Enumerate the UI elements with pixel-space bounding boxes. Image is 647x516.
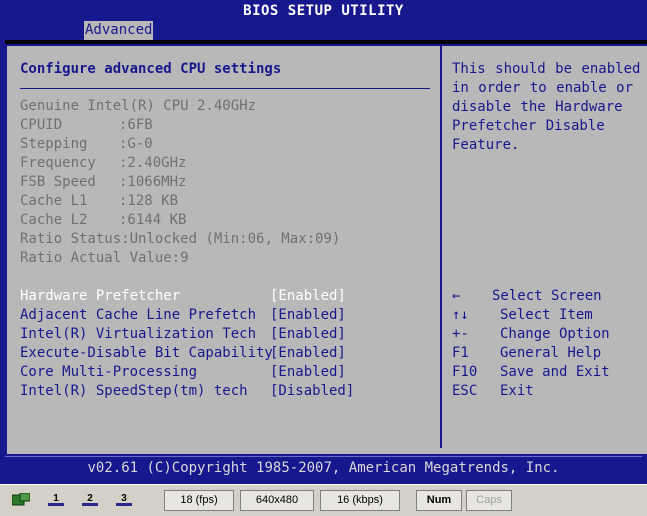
- option-value[interactable]: [Enabled]: [270, 325, 346, 344]
- cpu-info-row: FSB Speed :1066MHz: [20, 173, 186, 192]
- caps-lock-indicator: Caps: [466, 490, 512, 511]
- resolution-readout: 640x480: [240, 490, 314, 511]
- key-name: +-: [452, 326, 469, 342]
- option-label: Intel(R) SpeedStep(tm) tech: [20, 383, 248, 399]
- info-value: :2.40GHz: [119, 155, 187, 171]
- key-action: Exit: [500, 383, 534, 399]
- tab-bar: Advanced: [0, 21, 647, 40]
- info-label: Ratio Status: [20, 231, 122, 247]
- cpu-info-row: Ratio Status:Unlocked (Min:06, Max:09): [20, 230, 340, 249]
- option-value[interactable]: [Disabled]: [270, 382, 354, 401]
- info-value: :6FB: [119, 117, 153, 133]
- info-label: Ratio Actual Value: [20, 250, 172, 266]
- info-label: Genuine Intel(R) CPU 2.40GHz: [20, 98, 257, 114]
- tab-advanced[interactable]: Advanced: [84, 21, 154, 40]
- key-name: ESC: [452, 383, 478, 399]
- key-name: ↑↓: [452, 307, 469, 323]
- bios-title: BIOS SETUP UTILITY: [243, 3, 404, 19]
- cpu-info-row: Frequency :2.40GHz: [20, 154, 186, 173]
- info-value: :G-0: [119, 136, 153, 152]
- option-label: Execute-Disable Bit Capability: [20, 345, 273, 361]
- key-legend-row: +- Change Option: [452, 325, 610, 344]
- key-name: ←: [452, 288, 461, 304]
- key-legend-row: F1 General Help: [452, 344, 601, 363]
- key-action: Save and Exit: [500, 364, 610, 380]
- macro-button-1[interactable]: 1: [46, 491, 66, 507]
- option-value[interactable]: [Enabled]: [270, 344, 346, 363]
- section-heading: Configure advanced CPU settings: [20, 61, 282, 77]
- option-label: Hardware Prefetcher: [20, 288, 181, 304]
- fps-readout: 18 (fps): [164, 490, 234, 511]
- key-legend-row: ESC Exit: [452, 382, 534, 401]
- copyright-text: v02.61 (C)Copyright 1985-2007, American …: [87, 460, 560, 476]
- option-row-hardware-prefetcher[interactable]: Hardware Prefetcher [Enabled]: [20, 287, 346, 306]
- macro-button-2[interactable]: 2: [80, 491, 100, 507]
- key-action: General Help: [500, 345, 602, 361]
- info-value: :1066MHz: [119, 174, 187, 190]
- cpu-info-row: Cache L1 :128 KB: [20, 192, 178, 211]
- info-label: Cache L1: [20, 193, 88, 209]
- key-action: Change Option: [500, 326, 610, 342]
- info-value: :128 KB: [119, 193, 179, 209]
- macro-button-3[interactable]: 3: [114, 491, 134, 507]
- option-label: Core Multi-Processing: [20, 364, 198, 380]
- option-value[interactable]: [Enabled]: [270, 363, 346, 382]
- cpu-info-row: Genuine Intel(R) CPU 2.40GHz: [20, 97, 256, 116]
- console-status-bar: 1 2 3 18 (fps) 640x480 16 (kbps) Num Cap…: [0, 484, 647, 516]
- option-label: Intel(R) Virtualization Tech: [20, 326, 257, 342]
- bandwidth-readout: 16 (kbps): [320, 490, 400, 511]
- option-row-speedstep[interactable]: Intel(R) SpeedStep(tm) tech [Disabled]: [20, 382, 354, 401]
- heading-rule: [20, 88, 430, 89]
- title-bar: BIOS SETUP UTILITY: [0, 0, 647, 21]
- option-label: Adjacent Cache Line Prefetch: [20, 307, 257, 323]
- info-label: Frequency: [20, 155, 96, 171]
- key-action: Select Screen: [492, 288, 602, 304]
- info-label: Stepping: [20, 136, 88, 152]
- cpu-info-row: Stepping :G-0: [20, 135, 153, 154]
- key-name: F10: [452, 364, 478, 380]
- info-label: FSB Speed: [20, 174, 96, 190]
- info-value: :6144 KB: [119, 212, 187, 228]
- info-value: :Unlocked (Min:06, Max:09): [121, 231, 341, 247]
- key-legend-row: F10 Save and Exit: [452, 363, 610, 382]
- info-value: :9: [171, 250, 189, 266]
- cpu-info-row: Cache L2 :6144 KB: [20, 211, 186, 230]
- keyboard-icon[interactable]: [12, 493, 30, 507]
- info-label: Cache L2: [20, 212, 88, 228]
- key-legend-row: ↑↓ Select Item: [452, 306, 593, 325]
- key-name: F1: [452, 345, 469, 361]
- cpu-info-row: CPUID :6FB: [20, 116, 153, 135]
- panel-divider: [440, 46, 442, 448]
- key-legend-row: ← Select Screen: [452, 287, 602, 306]
- help-text: This should be enabled in order to enabl…: [452, 61, 641, 153]
- footer-rule: [5, 456, 642, 457]
- option-row-adjacent-cache-line[interactable]: Adjacent Cache Line Prefetch [Enabled]: [20, 306, 346, 325]
- option-row-execute-disable[interactable]: Execute-Disable Bit Capability [Enabled]: [20, 344, 346, 363]
- option-row-virtualization[interactable]: Intel(R) Virtualization Tech [Enabled]: [20, 325, 346, 344]
- cpu-info-row: Ratio Actual Value:9: [20, 249, 189, 268]
- option-row-core-multi-processing[interactable]: Core Multi-Processing [Enabled]: [20, 363, 346, 382]
- key-action: Select Item: [500, 307, 593, 323]
- info-label: CPUID: [20, 117, 63, 133]
- option-value[interactable]: [Enabled]: [270, 306, 346, 325]
- option-value[interactable]: [Enabled]: [270, 287, 346, 306]
- num-lock-indicator: Num: [416, 490, 462, 511]
